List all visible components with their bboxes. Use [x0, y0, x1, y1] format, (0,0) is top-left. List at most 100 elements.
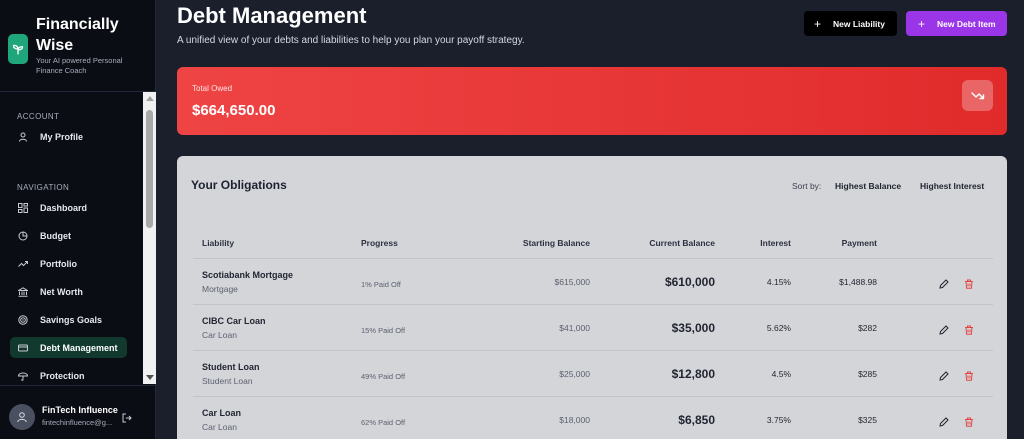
row-divider: [193, 350, 993, 351]
sidebar-item-label: Debt Management: [40, 342, 118, 353]
edit-icon[interactable]: [939, 322, 949, 335]
column-header-progress: Progress: [361, 238, 398, 248]
column-header-liability: Liability: [202, 238, 235, 248]
liability-type: Car Loan: [202, 422, 237, 432]
row-divider: [193, 396, 993, 397]
current-balance: $610,000: [664, 275, 715, 289]
column-header-starting-balance: Starting Balance: [522, 238, 590, 248]
sidebar: Financially Wise Your AI powered Persona…: [0, 0, 156, 439]
current-balance: $35,000: [671, 321, 715, 335]
account-section-label: ACCOUNT: [17, 112, 60, 121]
starting-balance: $41,000: [559, 323, 590, 333]
sidebar-item-budget[interactable]: Budget: [10, 225, 127, 246]
liability-name: Scotiabank Mortgage: [202, 270, 294, 280]
current-balance: $6,850: [678, 413, 715, 427]
brand-subtitle: Your AI powered Personal Finance Coach: [36, 56, 123, 75]
starting-balance: $25,000: [559, 369, 590, 379]
scrollbar-thumb[interactable]: [146, 110, 153, 228]
obligations-card: Your Obligations Sort by: Highest Balanc…: [177, 156, 1007, 439]
total-owed-label: Total Owed: [192, 84, 233, 93]
sidebar-item-label: My Profile: [40, 131, 84, 142]
scroll-down-icon[interactable]: [146, 375, 154, 380]
liability-name: CIBC Car Loan: [202, 316, 266, 326]
row-divider: [193, 304, 993, 305]
total-owed-value: $664,650.00: [192, 102, 276, 119]
edit-icon[interactable]: [939, 414, 949, 427]
sidebar-item-protection[interactable]: Protection: [10, 365, 127, 384]
trending-down-icon: [962, 80, 993, 111]
current-balance: $12,800: [671, 367, 715, 381]
sidebar-item-label: Budget: [40, 230, 71, 241]
sidebar-item-label: Portfolio: [40, 258, 77, 269]
progress-text: 62% Paid Off: [361, 418, 406, 427]
sidebar-nav: ACCOUNT My Profile NAVIGATION Dashboard …: [0, 92, 156, 384]
avatar[interactable]: [9, 404, 35, 430]
progress-text: 1% Paid Off: [361, 280, 401, 289]
sidebar-item-portfolio[interactable]: Portfolio: [10, 253, 127, 274]
interest-rate: 3.75%: [766, 415, 791, 425]
starting-balance: $18,000: [559, 415, 590, 425]
table-divider: [193, 258, 993, 259]
column-header-current-balance: Current Balance: [649, 238, 715, 248]
payment-amount: $285: [858, 369, 877, 379]
liability-type: Mortgage: [202, 284, 238, 294]
sidebar-item-label: Net Worth: [40, 286, 83, 297]
delete-icon[interactable]: [964, 414, 974, 427]
delete-icon[interactable]: [964, 368, 974, 381]
payment-amount: $1,488.98: [839, 277, 877, 287]
bank-icon: [18, 286, 28, 297]
brand-title: Financially Wise: [36, 16, 119, 54]
user-icon: [18, 132, 28, 142]
scroll-up-icon[interactable]: [146, 96, 154, 101]
user-email: fintechinfluence@g...: [42, 418, 113, 427]
interest-rate: 5.62%: [766, 323, 791, 333]
interest-rate: 4.15%: [766, 277, 791, 287]
user-footer: FinTech Influence fintechinfluence@g...: [0, 385, 156, 439]
page-subtitle: A unified view of your debts and liabili…: [177, 35, 525, 46]
target-icon: [18, 314, 28, 325]
progress-text: 15% Paid Off: [361, 326, 406, 335]
liability-name: Student Loan: [202, 362, 260, 372]
sidebar-item-debt-management[interactable]: Debt Management: [10, 337, 127, 358]
sidebar-item-my-profile[interactable]: My Profile: [10, 126, 127, 147]
plus-icon: +: [814, 16, 822, 31]
page-title: Debt Management: [177, 3, 367, 28]
sort-label: Sort by:: [792, 181, 822, 191]
column-header-interest: Interest: [760, 238, 791, 248]
user-avatar-icon: [17, 412, 27, 423]
sidebar-item-dashboard[interactable]: Dashboard: [10, 197, 127, 218]
total-owed-card: Total Owed $664,650.00: [177, 67, 1007, 135]
new-debt-item-label: New Debt Item: [937, 18, 996, 29]
plus-icon: +: [918, 16, 926, 31]
sprout-icon: [8, 34, 28, 64]
liability-name: Car Loan: [202, 408, 242, 418]
delete-icon[interactable]: [964, 322, 974, 335]
sidebar-item-savings-goals[interactable]: Savings Goals: [10, 309, 127, 330]
delete-icon[interactable]: [964, 276, 974, 289]
grid-icon: [18, 202, 28, 213]
user-name: FinTech Influence: [42, 405, 118, 415]
sort-highest-balance[interactable]: Highest Balance: [835, 181, 901, 191]
sidebar-scrollbar[interactable]: [143, 92, 156, 384]
column-header-payment: Payment: [841, 238, 877, 248]
sidebar-item-net-worth[interactable]: Net Worth: [10, 281, 127, 302]
new-debt-item-button[interactable]: + New Debt Item: [906, 11, 1007, 36]
sidebar-item-label: Protection: [40, 370, 85, 381]
payment-amount: $282: [858, 323, 877, 333]
interest-rate: 4.5%: [771, 369, 791, 379]
liability-type: Student Loan: [202, 376, 253, 386]
navigation-section-label: NAVIGATION: [17, 183, 70, 192]
new-liability-label: New Liability: [833, 18, 885, 29]
card-icon: [18, 343, 28, 353]
starting-balance: $615,000: [554, 277, 590, 287]
new-liability-button[interactable]: + New Liability: [804, 11, 897, 36]
sidebar-item-label: Dashboard: [40, 202, 88, 213]
edit-icon[interactable]: [939, 368, 949, 381]
logout-icon[interactable]: [122, 410, 132, 423]
obligations-title: Your Obligations: [191, 178, 287, 192]
liability-type: Car Loan: [202, 330, 237, 340]
edit-icon[interactable]: [939, 276, 949, 289]
sort-highest-interest[interactable]: Highest Interest: [920, 181, 984, 191]
pie-icon: [18, 231, 28, 241]
progress-text: 49% Paid Off: [361, 372, 406, 381]
